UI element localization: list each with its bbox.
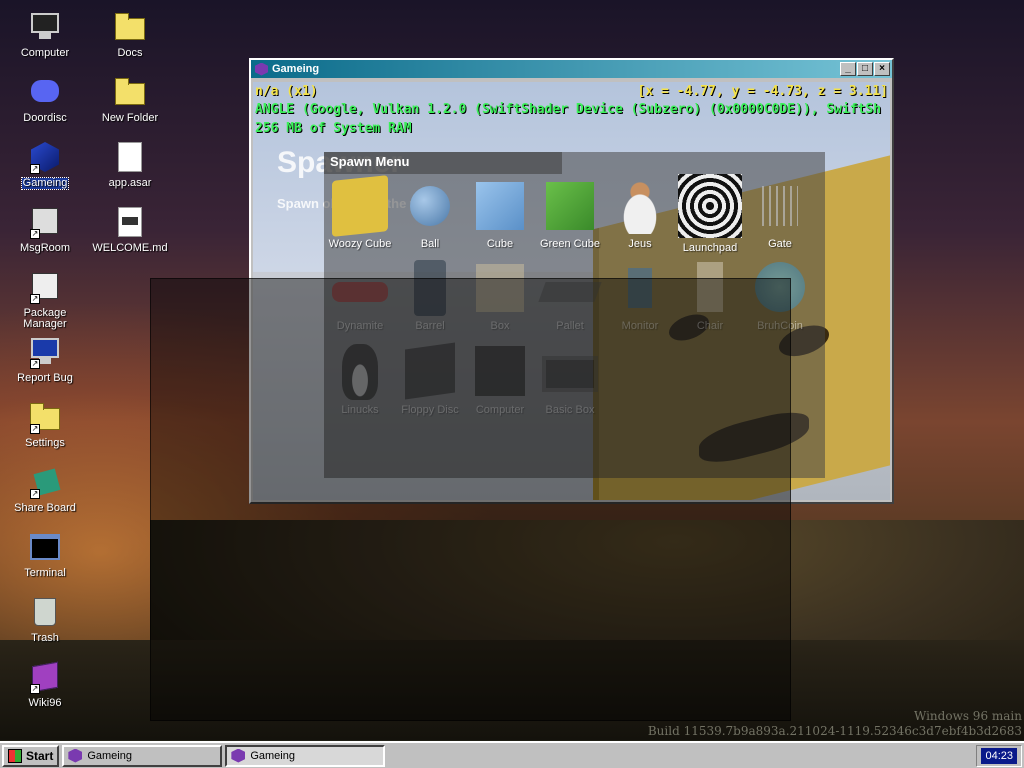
desktop-icon-label: Report Bug — [17, 372, 73, 384]
gameing-icon — [68, 748, 83, 763]
terminal-icon — [30, 534, 60, 560]
shortcut-arrow-icon: ↗ — [30, 359, 40, 369]
taskbar-item-label: Gameing — [250, 749, 295, 762]
start-button[interactable]: Start — [2, 744, 60, 767]
taskbar-item-gameing-active[interactable]: Gameing — [225, 744, 386, 767]
folder-icon — [115, 78, 145, 105]
computer-icon — [31, 13, 59, 39]
taskbar-item-gameing[interactable]: Gameing — [62, 744, 223, 767]
markdown-file-icon — [118, 207, 142, 237]
report-bug-icon — [31, 338, 59, 364]
spawn-item-launchpad[interactable]: Launchpad — [676, 174, 744, 254]
window-title: Gameing — [272, 63, 320, 75]
desktop-icon-label: app.asar — [108, 177, 152, 189]
desktop-icon-label: Doordisc — [23, 112, 67, 124]
debug-renderer: ANGLE (Google, Vulkan 1.2.0 (SwiftShader… — [255, 102, 882, 117]
folder-icon — [115, 13, 145, 40]
desktop-icon-label: WELCOME.md — [92, 242, 168, 254]
desktop-icon-new-folder[interactable]: New Folder — [90, 75, 170, 124]
desktop-icon-label: Share Board — [14, 502, 76, 514]
minimize-button[interactable]: _ — [840, 62, 856, 76]
desktop-icon-msgroom[interactable]: ↗ MsgRoom — [5, 205, 85, 254]
start-label: Start — [26, 748, 54, 763]
desktop-icon-label: Trash — [31, 632, 59, 644]
desktop-icon-docs[interactable]: Docs — [90, 10, 170, 59]
gameing-icon — [255, 62, 268, 76]
desktop-icon-label: Settings — [25, 437, 65, 449]
clock[interactable]: 04:23 — [981, 747, 1017, 764]
gameing-icon — [231, 748, 246, 763]
window-titlebar[interactable]: Gameing _ □ × — [251, 60, 892, 78]
desktop-icon-label: Gameing — [20, 177, 70, 190]
debug-fps: n/a (x1) — [255, 84, 318, 99]
jeus-icon — [612, 178, 668, 234]
shortcut-arrow-icon: ↗ — [30, 489, 40, 499]
desktop-icon-label: Docs — [117, 47, 143, 59]
desktop-icon-label: Package Manager — [23, 307, 67, 330]
debug-ram: 256 MB of System RAM — [255, 121, 412, 136]
desktop-icon-gameing[interactable]: ↗ Gameing — [5, 140, 85, 190]
trash-icon — [34, 598, 56, 626]
desktop-icon-label: New Folder — [101, 112, 159, 124]
system-tray: 04:23 — [976, 744, 1022, 767]
spawn-item-cube[interactable]: Cube — [466, 178, 534, 250]
desktop-icon-label: Computer — [20, 47, 70, 59]
debug-position: [x = -4.77, y = -4.73, z = 3.11] — [637, 84, 888, 99]
spawn-item-green-cube[interactable]: Green Cube — [536, 178, 604, 250]
desktop-icon-label: Terminal — [24, 567, 66, 579]
shortcut-arrow-icon: ↗ — [30, 164, 40, 174]
close-button[interactable]: × — [874, 62, 890, 76]
desktop-icon-share-board[interactable]: ↗ Share Board — [5, 465, 85, 514]
spawn-item-woozy-cube[interactable]: Woozy Cube — [326, 175, 394, 250]
woozy-cube-icon — [332, 175, 388, 237]
spawn-item-ball[interactable]: Ball — [396, 178, 464, 250]
shortcut-arrow-icon: ↗ — [30, 229, 40, 239]
file-icon — [118, 142, 142, 172]
desktop-icon-label: MsgRoom — [19, 242, 71, 254]
desktop-icon-app-asar[interactable]: app.asar — [90, 140, 170, 189]
selection-overlay — [150, 278, 791, 721]
taskbar: Start Gameing Gameing 04:23 — [0, 741, 1024, 768]
shortcut-arrow-icon: ↗ — [30, 684, 40, 694]
taskbar-item-label: Gameing — [87, 749, 132, 762]
shortcut-arrow-icon: ↗ — [30, 424, 40, 434]
launchpad-icon — [678, 174, 742, 238]
desktop-icon-welcome-md[interactable]: WELCOME.md — [90, 205, 170, 254]
green-cube-icon — [546, 182, 594, 230]
shortcut-arrow-icon: ↗ — [30, 294, 40, 304]
build-watermark-line1: Windows 96 main — [913, 709, 1022, 723]
discord-icon — [31, 80, 59, 102]
gate-icon — [762, 186, 798, 226]
desktop-icon-report-bug[interactable]: ↗ Report Bug — [5, 335, 85, 384]
ball-icon — [410, 186, 450, 226]
spawn-item-jeus[interactable]: Jeus — [606, 178, 674, 250]
spawn-item-gate[interactable]: Gate — [746, 178, 814, 250]
build-watermark-line2: Build 11539.7b9a893a.211024-1119.52346c3… — [647, 724, 1022, 738]
spawn-menu-title: Spawn Menu — [324, 152, 562, 174]
maximize-button[interactable]: □ — [857, 62, 873, 76]
desktop-icon-computer[interactable]: Computer — [5, 10, 85, 59]
desktop-icon-terminal[interactable]: Terminal — [5, 530, 85, 579]
cube-icon — [476, 182, 524, 230]
desktop-icon-settings[interactable]: ↗ Settings — [5, 400, 85, 449]
windows-logo-icon — [8, 748, 22, 763]
desktop-icon-package-manager[interactable]: ↗ Package Manager — [5, 270, 85, 330]
desktop-icon-doordisc[interactable]: Doordisc — [5, 75, 85, 124]
desktop-icon-wiki96[interactable]: ↗ Wiki96 — [5, 660, 85, 709]
desktop-icon-label: Wiki96 — [28, 697, 62, 709]
desktop-icon-trash[interactable]: Trash — [5, 595, 85, 644]
